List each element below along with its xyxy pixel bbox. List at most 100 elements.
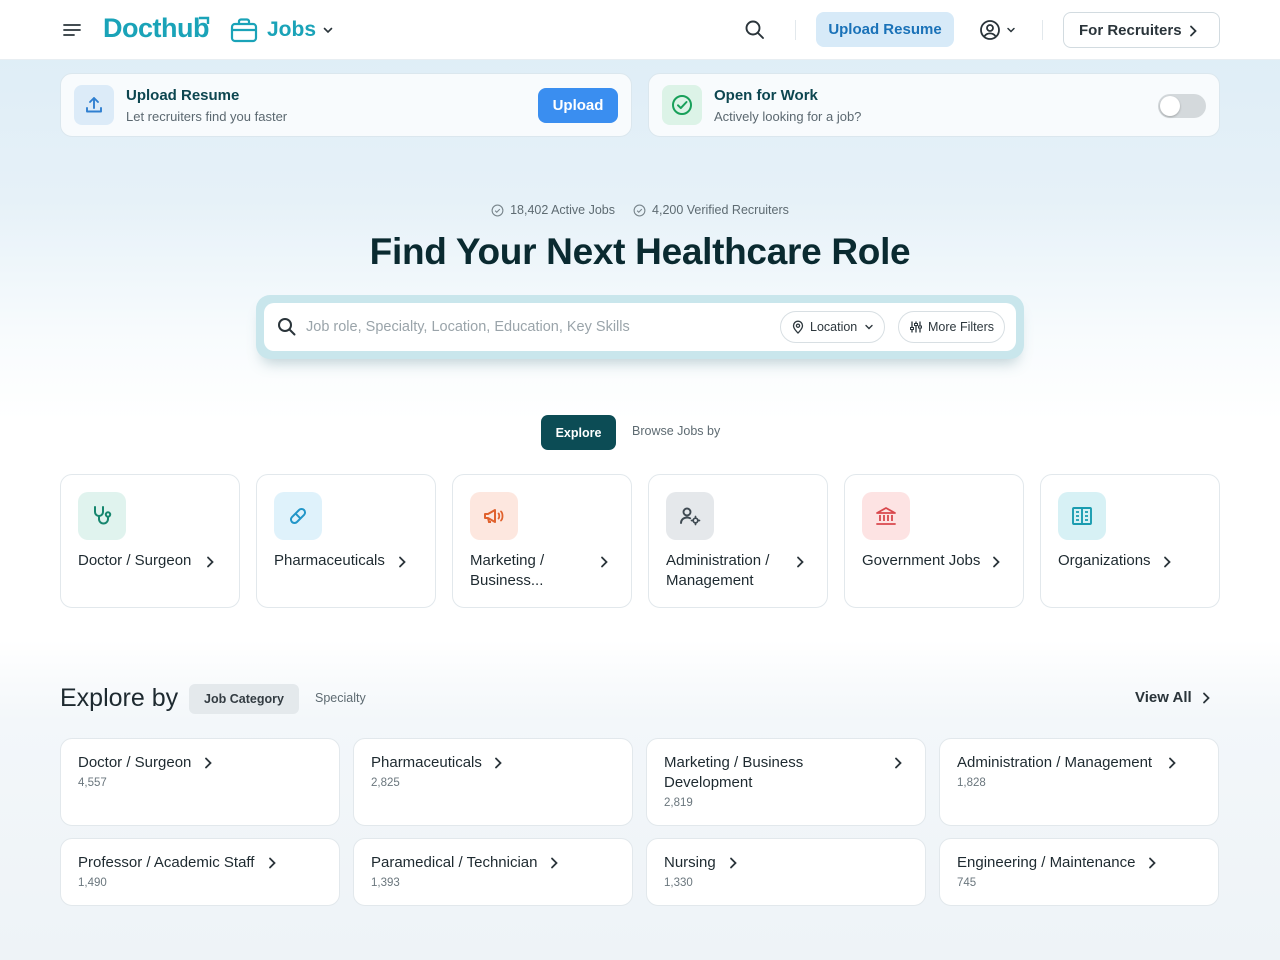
chevron-right-icon xyxy=(797,556,804,568)
chevron-right-icon xyxy=(601,556,608,568)
logo-accent-icon xyxy=(199,16,210,24)
open-for-work-toggle[interactable] xyxy=(1158,94,1206,118)
more-filters-button[interactable]: More Filters xyxy=(898,311,1005,343)
search-bar: Location More Filters xyxy=(256,295,1024,359)
category-card-government-jobs[interactable]: Government Jobs xyxy=(844,474,1024,608)
check-circle-icon xyxy=(491,204,504,216)
upload-resume-card: Upload Resume Let recruiters find you fa… xyxy=(60,73,632,137)
job-search-input[interactable] xyxy=(306,313,776,341)
category-card-administration-management[interactable]: Administration / Management xyxy=(648,474,828,608)
location-label: Location xyxy=(810,320,858,334)
open-for-work-title: Open for Work xyxy=(714,87,818,104)
more-filters-label: More Filters xyxy=(928,320,994,334)
chevron-right-icon xyxy=(895,757,902,769)
map-pin-icon xyxy=(792,320,804,334)
user-circle-icon xyxy=(980,20,1000,40)
search-box: Location More Filters xyxy=(264,303,1016,351)
job-category-name: Paramedical / Technician xyxy=(371,854,538,871)
stethoscope-icon xyxy=(78,492,126,540)
hero-stats: 18,402 Active Jobs 4,200 Verified Recrui… xyxy=(0,203,1280,217)
view-all-link[interactable]: View All xyxy=(1135,689,1212,706)
chevron-right-icon xyxy=(1202,692,1210,703)
job-category-card[interactable]: Marketing / Business Development 2,819 xyxy=(646,738,926,826)
active-jobs-stat: 18,402 Active Jobs xyxy=(491,203,615,217)
job-category-count: 745 xyxy=(957,877,977,889)
sliders-icon xyxy=(910,321,922,333)
job-category-card[interactable]: Pharmaceuticals 2,825 xyxy=(353,738,633,826)
job-category-name: Administration / Management xyxy=(957,754,1153,771)
chevron-right-icon xyxy=(269,857,276,869)
chevron-right-icon xyxy=(993,556,1000,568)
for-recruiters-label: For Recruiters xyxy=(1079,21,1182,39)
category-card-pharmaceuticals[interactable]: Pharmaceuticals xyxy=(256,474,436,608)
category-label: Marketing / Business... xyxy=(470,552,545,589)
header-divider xyxy=(1042,20,1043,40)
briefcase-icon xyxy=(230,18,258,43)
upload-card-subtitle: Let recruiters find you faster xyxy=(126,109,288,124)
chevron-down-icon xyxy=(865,324,873,330)
job-category-name: Pharmaceuticals xyxy=(371,754,482,771)
search-icon xyxy=(278,318,296,336)
check-badge-icon xyxy=(662,85,702,125)
category-label: Government Jobs xyxy=(862,552,981,569)
profile-menu[interactable] xyxy=(978,18,1018,42)
category-label: Administration / Management xyxy=(666,552,770,589)
header-search-icon[interactable] xyxy=(742,17,768,43)
chevron-right-icon xyxy=(495,757,502,769)
header-upload-resume-button[interactable]: Upload Resume xyxy=(816,12,954,47)
job-category-count: 1,393 xyxy=(371,877,400,889)
job-category-name: Nursing xyxy=(664,854,716,871)
job-category-card[interactable]: Administration / Management 1,828 xyxy=(939,738,1219,826)
category-label: Pharmaceuticals xyxy=(274,552,385,569)
chevron-down-icon xyxy=(1007,27,1015,33)
category-card-doctor-surgeon[interactable]: Doctor / Surgeon xyxy=(60,474,240,608)
chevron-right-icon xyxy=(1169,757,1176,769)
product-switcher[interactable]: Jobs xyxy=(230,15,334,45)
open-for-work-subtitle: Actively looking for a job? xyxy=(714,109,862,124)
hamburger-menu-icon[interactable] xyxy=(60,18,84,42)
tab-job-category[interactable]: Job Category xyxy=(189,684,299,714)
chevron-right-icon xyxy=(1164,556,1171,568)
megaphone-icon xyxy=(470,492,518,540)
open-for-work-card: Open for Work Actively looking for a job… xyxy=(648,73,1220,137)
job-category-name: Marketing / Business Development xyxy=(664,754,804,791)
tab-specialty[interactable]: Specialty xyxy=(315,691,366,705)
verified-recruiters-stat: 4,200 Verified Recruiters xyxy=(633,203,789,217)
toggle-knob xyxy=(1160,96,1180,116)
category-card-organizations[interactable]: Organizations xyxy=(1040,474,1220,608)
upload-icon xyxy=(74,85,114,125)
job-category-count: 1,330 xyxy=(664,877,693,889)
job-category-count: 1,828 xyxy=(957,777,986,789)
job-category-name: Professor / Academic Staff xyxy=(78,854,255,871)
for-recruiters-button[interactable]: For Recruiters xyxy=(1063,12,1220,48)
job-category-card[interactable]: Doctor / Surgeon 4,557 xyxy=(60,738,340,826)
top-header: Docthub Jobs Upload Resume For Recruiter… xyxy=(0,0,1280,60)
chevron-right-icon xyxy=(730,857,737,869)
job-category-card[interactable]: Professor / Academic Staff 1,490 xyxy=(60,838,340,906)
location-filter[interactable]: Location xyxy=(780,311,886,343)
job-category-count: 2,819 xyxy=(664,797,693,809)
chevron-right-icon xyxy=(205,757,212,769)
upload-card-title: Upload Resume xyxy=(126,87,240,104)
active-jobs-text: 18,402 Active Jobs xyxy=(510,203,616,217)
job-category-count: 2,825 xyxy=(371,777,400,789)
pill-icon xyxy=(274,492,322,540)
chevron-right-icon xyxy=(551,857,558,869)
product-name: Jobs xyxy=(267,18,317,41)
view-all-label: View All xyxy=(1135,689,1192,706)
upload-button[interactable]: Upload xyxy=(538,88,618,123)
tab-browse-jobs-by[interactable]: Browse Jobs by xyxy=(632,424,720,438)
docthub-logo[interactable]: Docthub xyxy=(103,13,209,44)
tab-explore[interactable]: Explore xyxy=(541,415,616,450)
job-category-name: Doctor / Surgeon xyxy=(78,754,192,771)
category-card-marketing-business[interactable]: Marketing / Business... xyxy=(452,474,632,608)
user-gear-icon xyxy=(666,492,714,540)
job-category-card[interactable]: Paramedical / Technician 1,393 xyxy=(353,838,633,906)
bank-icon xyxy=(862,492,910,540)
chevron-right-icon xyxy=(1190,25,1197,37)
building-icon xyxy=(1058,492,1106,540)
verified-recruiters-text: 4,200 Verified Recruiters xyxy=(652,203,789,217)
job-category-card[interactable]: Engineering / Maintenance 745 xyxy=(939,838,1219,906)
job-category-card[interactable]: Nursing 1,330 xyxy=(646,838,926,906)
check-circle-icon xyxy=(633,204,646,216)
